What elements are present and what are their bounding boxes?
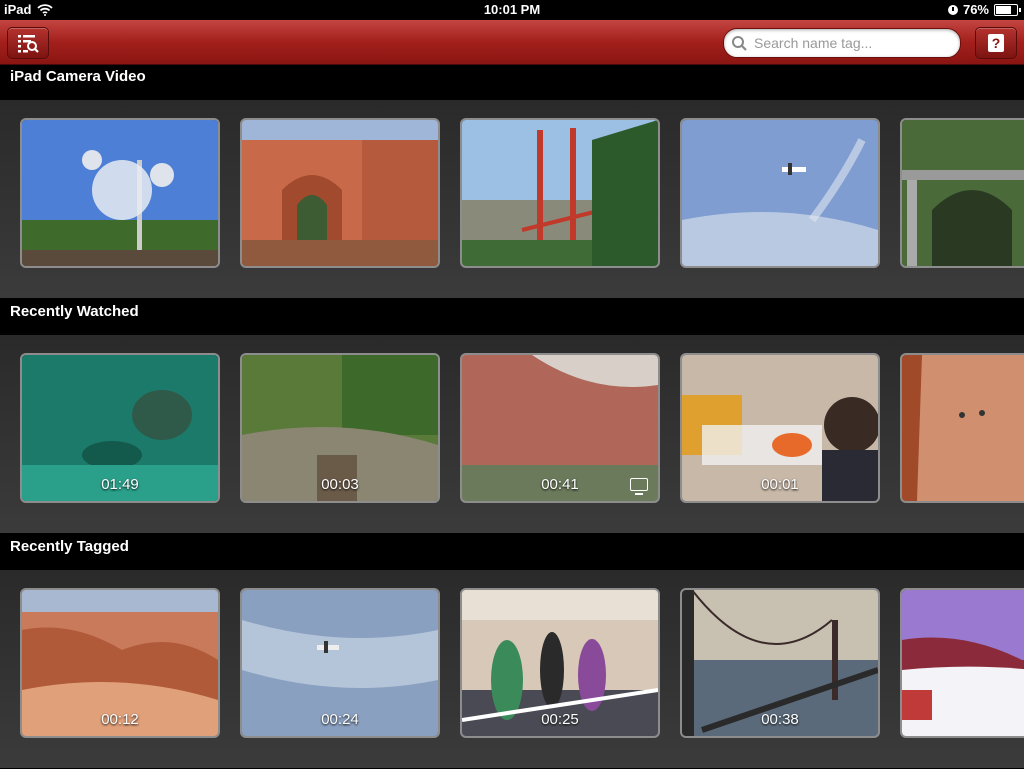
section-title: iPad Camera Video — [10, 68, 146, 85]
duration-label: 00:12 — [101, 711, 139, 728]
tv-icon — [630, 478, 648, 495]
duration-label: 00:25 — [541, 711, 579, 728]
search-field[interactable] — [723, 28, 961, 58]
video-thumbnail[interactable] — [20, 118, 220, 268]
video-thumbnail[interactable]: 01:49 — [20, 353, 220, 503]
section-title: Recently Watched — [10, 303, 139, 320]
duration-label: 00:24 — [321, 711, 359, 728]
video-thumbnail[interactable] — [900, 118, 1024, 268]
video-thumbnail[interactable] — [900, 353, 1024, 503]
search-input[interactable] — [754, 35, 954, 51]
search-icon — [732, 36, 747, 51]
battery-level-fill — [996, 5, 1012, 14]
battery-icon — [994, 3, 1021, 16]
video-frame — [22, 120, 218, 266]
video-frame — [902, 590, 1024, 736]
section-ipad-camera-video: iPad Camera Video — [0, 64, 1024, 299]
video-frame — [902, 355, 1024, 501]
section-recently-tagged: Recently Tagged 00:12 00:24 00:25 00:38 — [0, 534, 1024, 769]
video-frame — [682, 120, 878, 266]
thumbnail-row[interactable]: 00:12 00:24 00:25 00:38 — [20, 588, 1024, 738]
duration-label: 00:41 — [541, 476, 579, 493]
video-frame — [902, 120, 1024, 266]
help-button[interactable]: ? — [975, 27, 1017, 59]
video-thumbnail[interactable]: 00:01 — [680, 353, 880, 503]
video-thumbnail[interactable] — [900, 588, 1024, 738]
video-thumbnail[interactable]: 00:03 — [240, 353, 440, 503]
video-thumbnail[interactable] — [680, 118, 880, 268]
duration-label: 00:01 — [761, 476, 799, 493]
section-title: Recently Tagged — [10, 538, 129, 555]
video-thumbnail[interactable]: 00:24 — [240, 588, 440, 738]
status-bar: iPad 10:01 PM 76% — [0, 0, 1024, 20]
thumbnail-row[interactable] — [20, 118, 1024, 268]
video-frame — [242, 120, 438, 266]
video-frame — [462, 120, 658, 266]
video-thumbnail[interactable]: 00:25 — [460, 588, 660, 738]
clock: 10:01 PM — [483, 2, 541, 17]
video-thumbnail[interactable] — [460, 118, 660, 268]
list-search-button[interactable] — [7, 27, 49, 59]
video-thumbnail[interactable]: 00:12 — [20, 588, 220, 738]
duration-label: 00:38 — [761, 711, 799, 728]
toolbar: ? — [0, 20, 1024, 65]
battery-percent: 76% — [962, 2, 989, 17]
video-thumbnail[interactable] — [240, 118, 440, 268]
section-recently-watched: Recently Watched 01:49 00:03 00:41 00:01 — [0, 299, 1024, 534]
rotation-lock-icon — [947, 4, 958, 15]
duration-label: 01:49 — [101, 476, 139, 493]
help-icon: ? — [988, 34, 1004, 52]
video-thumbnail[interactable]: 00:38 — [680, 588, 880, 738]
video-thumbnail[interactable]: 00:41 — [460, 353, 660, 503]
thumbnail-row[interactable]: 01:49 00:03 00:41 00:01 — [20, 353, 1024, 503]
duration-label: 00:03 — [321, 476, 359, 493]
list-search-icon — [18, 35, 39, 53]
